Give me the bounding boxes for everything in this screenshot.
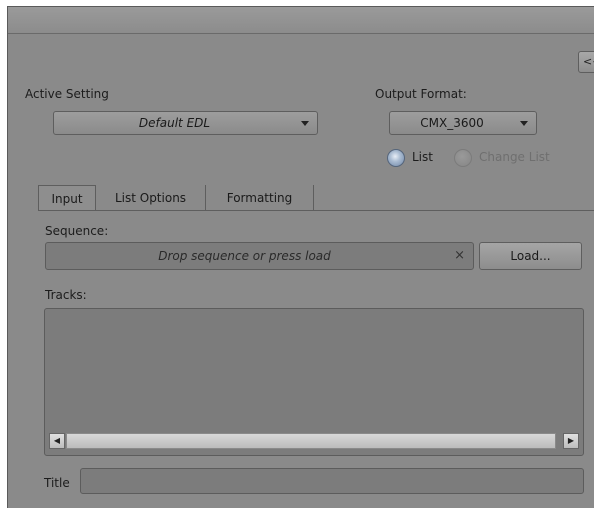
radio-list-label: List (412, 150, 433, 164)
tab-formatting[interactable]: Formatting (206, 185, 314, 211)
tab-formatting-label: Formatting (226, 191, 293, 205)
radio-change-list[interactable] (454, 149, 472, 167)
sequence-placeholder: Drop sequence or press load (158, 249, 331, 263)
tracks-label: Tracks: (45, 288, 87, 302)
active-setting-label: Active Setting (25, 87, 109, 101)
active-setting-value: Default EDL (138, 116, 211, 130)
radio-change-list-label: Change List (479, 150, 550, 164)
radio-list[interactable] (387, 149, 405, 167)
chevron-down-icon (520, 121, 528, 126)
tab-input[interactable]: Input (38, 185, 96, 211)
scroll-left-icon[interactable]: ◀ (49, 433, 65, 449)
panel-titlebar (8, 7, 594, 34)
load-button[interactable]: Load... (479, 242, 582, 270)
sequence-label: Sequence: (45, 224, 109, 238)
output-format-value: CMX_3600 (420, 116, 484, 130)
close-icon[interactable]: × (454, 243, 465, 269)
collapse-button[interactable]: << (578, 51, 594, 73)
title-label: Title (44, 476, 70, 490)
title-input[interactable] (80, 468, 584, 494)
active-setting-dropdown[interactable]: Default EDL (53, 111, 318, 135)
scroll-right-icon[interactable]: ▶ (563, 433, 579, 449)
sequence-drop-field[interactable]: Drop sequence or press load × (45, 242, 474, 270)
tab-input-label: Input (51, 192, 83, 206)
tab-list-options-label: List Options (114, 191, 187, 205)
tracks-list[interactable]: ◀ ▶ (44, 308, 584, 456)
edl-export-panel: << Active Setting Default EDL Output For… (7, 6, 594, 508)
chevron-down-icon (301, 121, 309, 126)
output-format-dropdown[interactable]: CMX_3600 (389, 111, 537, 135)
tab-list-options[interactable]: List Options (96, 185, 206, 211)
horizontal-scrollbar[interactable] (66, 433, 556, 449)
output-format-label: Output Format: (375, 87, 467, 101)
